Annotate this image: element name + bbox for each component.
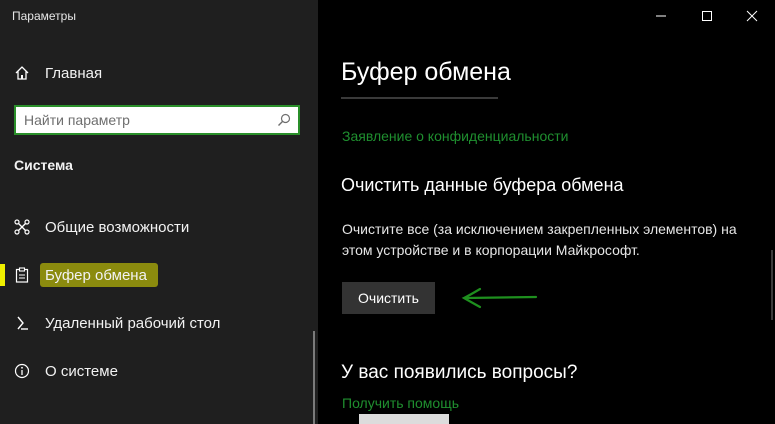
underlying-window-fragment bbox=[359, 414, 449, 424]
search-icon[interactable] bbox=[277, 113, 291, 127]
app-title: Параметры bbox=[12, 9, 76, 23]
annotation-arrow-icon bbox=[461, 287, 538, 309]
questions-heading: У вас появились вопросы? bbox=[341, 362, 578, 383]
sidebar-item-about[interactable]: О системе bbox=[0, 355, 300, 387]
maximize-icon bbox=[702, 11, 712, 21]
sidebar: Параметры Главная Система bbox=[0, 0, 318, 424]
page-title: Буфер обмена bbox=[341, 58, 511, 86]
close-icon bbox=[746, 10, 758, 22]
home-icon bbox=[14, 65, 30, 81]
content-pane: Буфер обмена Заявление о конфиденциально… bbox=[318, 0, 775, 424]
search-input[interactable] bbox=[16, 107, 276, 133]
maximize-button[interactable] bbox=[692, 6, 722, 26]
privacy-statement-link[interactable]: Заявление о конфиденциальности bbox=[342, 128, 568, 144]
share-icon bbox=[14, 219, 30, 235]
close-button[interactable] bbox=[737, 6, 767, 26]
sidebar-item-label: Общие возможности bbox=[45, 218, 190, 236]
section-title: Система bbox=[14, 157, 73, 173]
sidebar-item-remote-desktop[interactable]: Удаленный рабочий стол bbox=[0, 307, 300, 339]
clear-clipboard-description: Очистите все (за исключением закрепленны… bbox=[342, 221, 737, 258]
get-help-link[interactable]: Получить помощь bbox=[342, 395, 459, 411]
minimize-button[interactable] bbox=[646, 6, 676, 26]
sidebar-scrollbar[interactable] bbox=[313, 331, 315, 424]
settings-window: Параметры Главная Система bbox=[0, 0, 775, 424]
sidebar-item-label: Удаленный рабочий стол bbox=[45, 314, 221, 332]
title-divider bbox=[341, 97, 498, 99]
clear-button[interactable]: Очистить bbox=[342, 282, 435, 314]
search-field[interactable] bbox=[14, 105, 300, 135]
nav-home[interactable]: Главная bbox=[0, 57, 300, 89]
content-scrollbar[interactable] bbox=[771, 250, 773, 320]
clear-clipboard-heading: Очистить данные буфера обмена bbox=[341, 175, 624, 195]
minimize-icon bbox=[656, 15, 666, 17]
remote-desktop-icon bbox=[14, 315, 30, 331]
sidebar-item-clipboard[interactable]: Буфер обмена bbox=[0, 259, 300, 291]
sidebar-item-shared-experiences[interactable]: Общие возможности bbox=[0, 211, 300, 243]
clipboard-icon bbox=[14, 267, 30, 283]
nav-home-label: Главная bbox=[45, 64, 103, 82]
info-icon bbox=[14, 363, 30, 379]
sidebar-item-label: Буфер обмена bbox=[45, 266, 147, 284]
sidebar-item-label: О системе bbox=[45, 362, 118, 380]
